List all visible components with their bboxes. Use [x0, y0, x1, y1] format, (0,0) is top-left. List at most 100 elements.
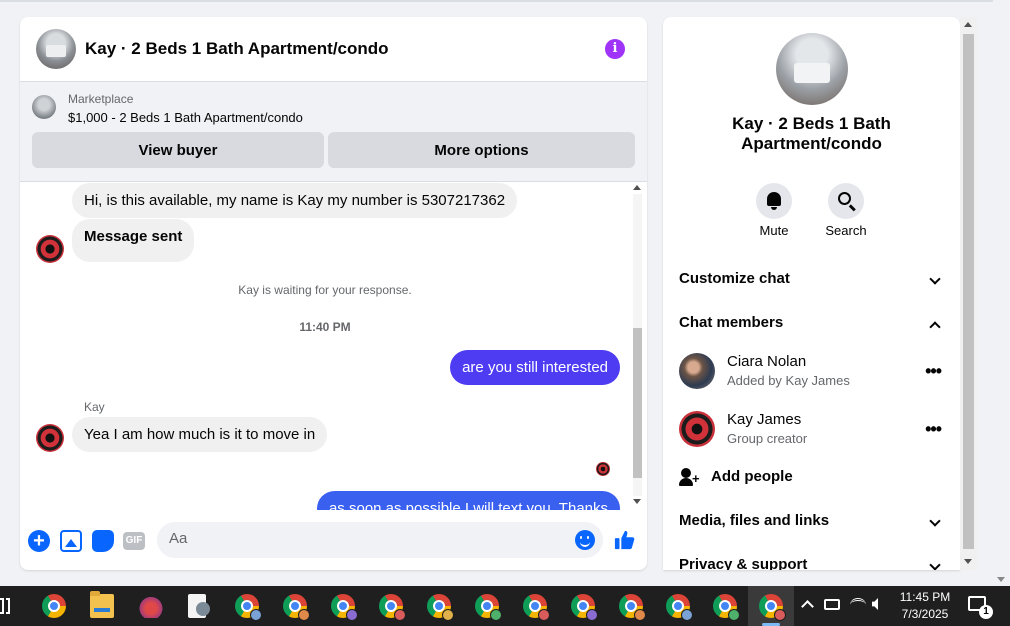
chevron-down-icon — [929, 515, 941, 527]
chrome-profile-icon[interactable] — [523, 594, 550, 621]
add-people-button[interactable]: + Add people — [679, 466, 945, 490]
media-files-links-section[interactable]: Media, files and links — [679, 512, 945, 536]
show-hidden-icons-icon[interactable] — [801, 600, 814, 613]
customize-chat-label: Customize chat — [679, 270, 790, 287]
more-icon[interactable]: ••• — [925, 361, 942, 382]
chrome-profile-icon[interactable] — [427, 594, 454, 621]
clock-time: 11:45 PM — [899, 590, 951, 604]
message-composer: + GIF — [20, 517, 647, 567]
search-button[interactable] — [828, 183, 864, 219]
member-avatar[interactable] — [679, 411, 715, 447]
message-list[interactable]: Hi, is this available, my name is Kay my… — [20, 182, 647, 510]
privacy-support-section[interactable]: Privacy & support — [679, 556, 945, 570]
profile-badge — [634, 609, 646, 621]
thumbs-up-icon[interactable] — [614, 529, 636, 551]
chrome-profile-icon[interactable] — [666, 594, 693, 621]
media-files-links-label: Media, files and links — [679, 512, 830, 529]
scroll-down-arrow-icon[interactable] — [964, 559, 972, 564]
message-bubble-incoming: Message sent — [72, 219, 195, 262]
snipping-tool-icon[interactable] — [139, 594, 163, 618]
chrome-profile-icon[interactable] — [713, 594, 740, 621]
info-icon[interactable]: i — [605, 39, 625, 59]
file-explorer-icon[interactable] — [90, 591, 114, 618]
add-person-icon-body — [679, 478, 693, 486]
listing-avatar-large[interactable] — [776, 33, 848, 105]
conversation-title[interactable]: Kay · 2 Beds 1 Bath Apartment/condo — [85, 39, 389, 59]
profile-badge — [586, 609, 598, 621]
profile-badge — [681, 609, 693, 621]
plus-icon[interactable]: + — [28, 530, 50, 552]
chevron-up-icon — [929, 321, 941, 333]
page-scrollbar[interactable] — [993, 0, 1010, 586]
scroll-thumb[interactable] — [633, 328, 642, 478]
task-view-icon[interactable] — [0, 598, 12, 614]
chrome-profile-icon[interactable] — [475, 594, 502, 621]
profile-badge — [346, 609, 358, 621]
kay-avatar[interactable] — [36, 235, 64, 263]
listing-price-title[interactable]: $1,000 - 2 Beds 1 Bath Apartment/condo — [68, 110, 303, 125]
chrome-profile-icon[interactable] — [759, 594, 786, 621]
listing-thumbnail[interactable] — [32, 95, 56, 119]
message-input-box[interactable] — [157, 522, 603, 558]
customize-chat-section[interactable]: Customize chat — [679, 270, 945, 294]
message-input[interactable] — [169, 530, 559, 547]
sender-name: Kay — [84, 400, 105, 414]
chat-members-section[interactable]: Chat members — [679, 314, 945, 338]
info-panel-scrollbar[interactable] — [960, 17, 977, 570]
profile-badge — [442, 609, 454, 621]
chrome-profile-icon[interactable] — [283, 594, 310, 621]
top-divider — [0, 0, 993, 2]
mute-control[interactable]: Mute — [744, 183, 804, 238]
sticker-icon[interactable] — [92, 530, 114, 552]
chevron-down-icon — [929, 273, 941, 285]
document-app-icon[interactable] — [188, 594, 210, 618]
conversation-info-panel: Kay · 2 Beds 1 Bath Apartment/condo Mute… — [663, 17, 960, 570]
battery-icon[interactable] — [824, 599, 840, 610]
profile-badge — [250, 609, 262, 621]
conversation-header: Kay · 2 Beds 1 Bath Apartment/condo i — [20, 17, 647, 82]
more-options-button[interactable]: More options — [328, 132, 635, 168]
scroll-down-arrow-icon[interactable] — [633, 499, 641, 504]
chrome-icon[interactable] — [42, 594, 66, 618]
member-subtitle: Added by Kay James — [727, 373, 850, 388]
search-control[interactable]: Search — [816, 183, 876, 238]
profile-badge — [490, 609, 502, 621]
message-bubble-incoming: Hi, is this available, my name is Kay my… — [72, 183, 518, 218]
info-panel-title: Kay · 2 Beds 1 Bath Apartment/condo — [732, 114, 891, 153]
scroll-up-arrow-icon[interactable] — [964, 22, 972, 27]
plus-icon: + — [692, 471, 700, 486]
member-row[interactable]: Ciara Nolan Added by Kay James ••• — [679, 353, 945, 393]
chrome-profile-icon[interactable] — [619, 594, 646, 621]
message-bubble-outgoing: as soon as possible I will text you. Tha… — [316, 491, 620, 510]
member-avatar[interactable] — [679, 353, 715, 389]
kay-avatar[interactable] — [36, 424, 64, 452]
message-scrollbar[interactable] — [631, 182, 643, 510]
scroll-up-arrow-icon[interactable] — [633, 185, 641, 190]
chevron-down-icon — [929, 559, 941, 570]
privacy-support-label: Privacy & support — [679, 556, 808, 570]
volume-icon[interactable] — [872, 598, 878, 610]
more-icon[interactable]: ••• — [925, 419, 942, 440]
chrome-profile-icon[interactable] — [379, 594, 406, 621]
mute-label: Mute — [759, 223, 789, 238]
profile-badge — [538, 609, 550, 621]
chrome-profile-icon[interactable] — [331, 594, 358, 621]
view-buyer-button[interactable]: View buyer — [32, 132, 324, 168]
notifications-icon[interactable]: 1 — [968, 596, 993, 619]
wifi-icon[interactable] — [850, 598, 866, 612]
gif-icon[interactable]: GIF — [123, 532, 145, 550]
photo-icon[interactable] — [60, 530, 82, 552]
mute-button[interactable] — [756, 183, 792, 219]
add-person-icon — [681, 468, 691, 478]
scroll-down-arrow-icon[interactable] — [997, 577, 1005, 582]
scroll-thumb[interactable] — [963, 34, 974, 549]
add-people-label: Add people — [711, 468, 793, 485]
chrome-profile-icon[interactable] — [571, 594, 598, 621]
message-bubble-outgoing: are you still interested — [450, 350, 620, 385]
member-row[interactable]: Kay James Group creator ••• — [679, 411, 945, 451]
system-clock[interactable]: 11:45 PM 7/3/2025 — [898, 589, 952, 623]
emoji-icon[interactable] — [575, 530, 595, 550]
listing-avatar[interactable] — [36, 29, 76, 69]
chrome-profile-icon[interactable] — [235, 594, 262, 621]
message-bubble-incoming: Yea I am how much is it to move in — [72, 417, 328, 452]
